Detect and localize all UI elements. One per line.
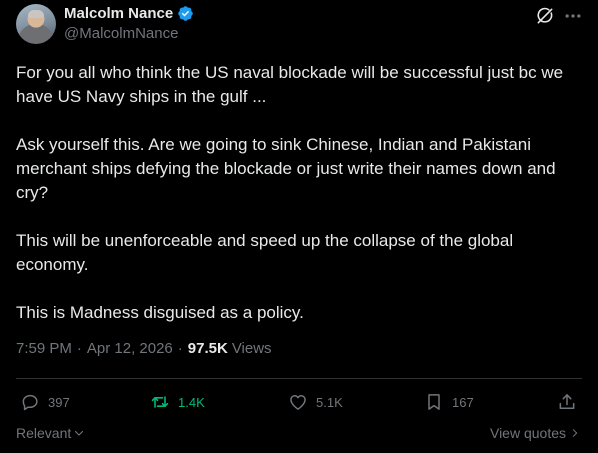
sort-replies-dropdown[interactable]: Relevant — [16, 425, 85, 441]
bookmark-icon — [428, 394, 440, 410]
tweet-paragraph: This is Madness disguised as a policy. — [16, 303, 304, 322]
author-name-row: Malcolm Nance — [64, 5, 194, 22]
chevron-down-icon — [75, 430, 84, 436]
action-bar: 397 1.4K 5.1K 167 — [16, 389, 582, 415]
like-button[interactable]: 5.1K — [288, 389, 343, 415]
sort-label: Relevant — [16, 425, 72, 441]
like-icon — [290, 395, 306, 410]
repost-count: 1.4K — [178, 394, 205, 410]
verified-badge-icon — [178, 6, 193, 21]
bookmark-count: 167 — [452, 394, 474, 410]
repost-icon — [151, 396, 169, 408]
view-quotes-label: View quotes — [489, 425, 566, 441]
tweet-paragraph: This will be unenforceable and speed up … — [16, 231, 514, 274]
avatar-hair — [28, 10, 44, 18]
divider — [16, 378, 582, 379]
like-count: 5.1K — [316, 394, 343, 410]
views-label: Views — [231, 340, 272, 357]
tweet-time[interactable]: 7:59 PM — [16, 340, 72, 357]
tweet-paragraph: For you all who think the US naval block… — [16, 63, 564, 106]
tweet-meta: 7:59 PM · Apr 12, 2026 · 97.5K Views — [16, 340, 272, 357]
author-handle[interactable]: @MalcolmNance — [64, 25, 178, 42]
view-quotes-link[interactable]: View quotes — [490, 425, 580, 441]
share-icon — [559, 394, 575, 409]
meta-separator: · — [177, 340, 183, 357]
author-display-name[interactable]: Malcolm Nance — [64, 5, 173, 22]
reply-button[interactable]: 397 — [20, 389, 70, 415]
meta-separator: · — [76, 340, 82, 357]
tweet-detail: Malcolm Nance @MalcolmNance For you all … — [0, 0, 598, 453]
views-count: 97.5K — [187, 340, 228, 357]
grok-icon[interactable] — [535, 6, 555, 26]
reply-count: 397 — [48, 394, 70, 410]
bookmark-button[interactable]: 167 — [424, 389, 474, 415]
repost-button[interactable]: 1.4K — [150, 389, 205, 415]
tweet-text: For you all who think the US naval block… — [16, 61, 588, 325]
tweet-paragraph: Ask yourself this. Are we going to sink … — [16, 135, 556, 202]
more-icon[interactable] — [563, 6, 583, 26]
reply-icon — [22, 394, 38, 411]
tweet-date[interactable]: Apr 12, 2026 — [87, 340, 173, 357]
share-button[interactable] — [557, 389, 577, 415]
avatar[interactable] — [16, 4, 56, 44]
chevron-right-icon — [572, 429, 578, 437]
